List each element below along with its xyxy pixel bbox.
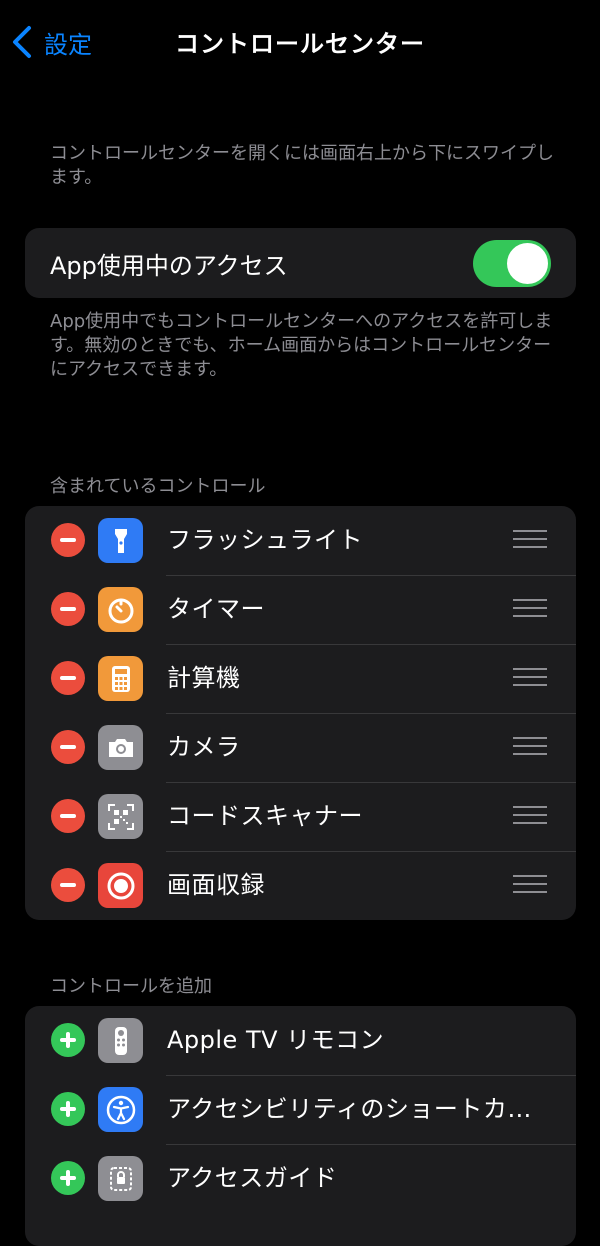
- remove-button[interactable]: [51, 799, 85, 833]
- flashlight-icon: [98, 518, 143, 563]
- item-label: 画面収録: [167, 871, 265, 899]
- tv-remote-icon: [98, 1018, 143, 1063]
- access-row: App使用中のアクセス: [25, 228, 576, 298]
- reorder-handle-icon[interactable]: [513, 599, 547, 619]
- reorder-handle-icon[interactable]: [513, 806, 547, 826]
- page-title: コントロールセンター: [175, 30, 425, 58]
- list-item[interactable]: コードスキャナー: [25, 782, 576, 851]
- item-label: 計算機: [167, 664, 241, 692]
- reorder-handle-icon[interactable]: [513, 875, 547, 895]
- access-label: App使用中のアクセス: [50, 251, 288, 280]
- item-label: Apple TV リモコン: [167, 1026, 385, 1054]
- accessibility-icon: [98, 1087, 143, 1132]
- list-item[interactable]: フラッシュライト: [25, 506, 576, 575]
- guided-access-icon: [98, 1156, 143, 1201]
- more-list: Apple TV リモコン アクセシビリティのショートカ… アクセスガイド: [25, 1006, 576, 1246]
- remove-button[interactable]: [51, 730, 85, 764]
- item-label: アクセスガイド: [167, 1164, 338, 1192]
- list-item[interactable]: カメラ: [25, 713, 576, 782]
- item-label: カメラ: [167, 733, 241, 761]
- reorder-handle-icon[interactable]: [513, 530, 547, 550]
- toggle-knob: [507, 242, 548, 284]
- add-button[interactable]: [51, 1023, 85, 1057]
- remove-button[interactable]: [51, 661, 85, 695]
- list-item[interactable]: アクセシビリティのショートカ…: [25, 1075, 576, 1144]
- included-header: 含まれているコントロール: [50, 476, 266, 497]
- item-label: タイマー: [167, 595, 265, 623]
- reorder-handle-icon[interactable]: [513, 737, 547, 757]
- calculator-icon: [98, 656, 143, 701]
- item-label: フラッシュライト: [167, 526, 363, 554]
- remove-button[interactable]: [51, 592, 85, 626]
- list-item[interactable]: Apple TV リモコン: [25, 1006, 576, 1075]
- list-item[interactable]: 画面収録: [25, 851, 576, 920]
- access-footnote: App使用中でもコントロールセンターへのアクセスを許可します。無効のときでも、ホ…: [50, 311, 553, 380]
- list-item[interactable]: 計算機: [25, 644, 576, 713]
- intro-text: コントロールセンターを開くには画面右上から下にスワイプします。: [50, 143, 554, 188]
- remove-button[interactable]: [51, 523, 85, 557]
- add-button[interactable]: [51, 1092, 85, 1126]
- list-item[interactable]: タイマー: [25, 575, 576, 644]
- item-label: コードスキャナー: [167, 802, 363, 830]
- item-label: アクセシビリティのショートカ…: [167, 1095, 532, 1123]
- access-group: App使用中のアクセス: [25, 228, 576, 298]
- timer-icon: [98, 587, 143, 632]
- add-button[interactable]: [51, 1161, 85, 1195]
- access-toggle[interactable]: [473, 239, 551, 287]
- remove-button[interactable]: [51, 868, 85, 902]
- list-item[interactable]: アクセスガイド: [25, 1144, 576, 1213]
- navigation-bar: 設定 コントロールセンター: [0, 0, 600, 84]
- qr-code-icon: [98, 794, 143, 839]
- screen-record-icon: [98, 863, 143, 908]
- included-list: フラッシュライト タイマー 計算機 カメラ コードスキャナー 画面収録: [25, 506, 576, 920]
- more-header: コントロールを追加: [50, 976, 212, 997]
- camera-icon: [98, 725, 143, 770]
- reorder-handle-icon[interactable]: [513, 668, 547, 688]
